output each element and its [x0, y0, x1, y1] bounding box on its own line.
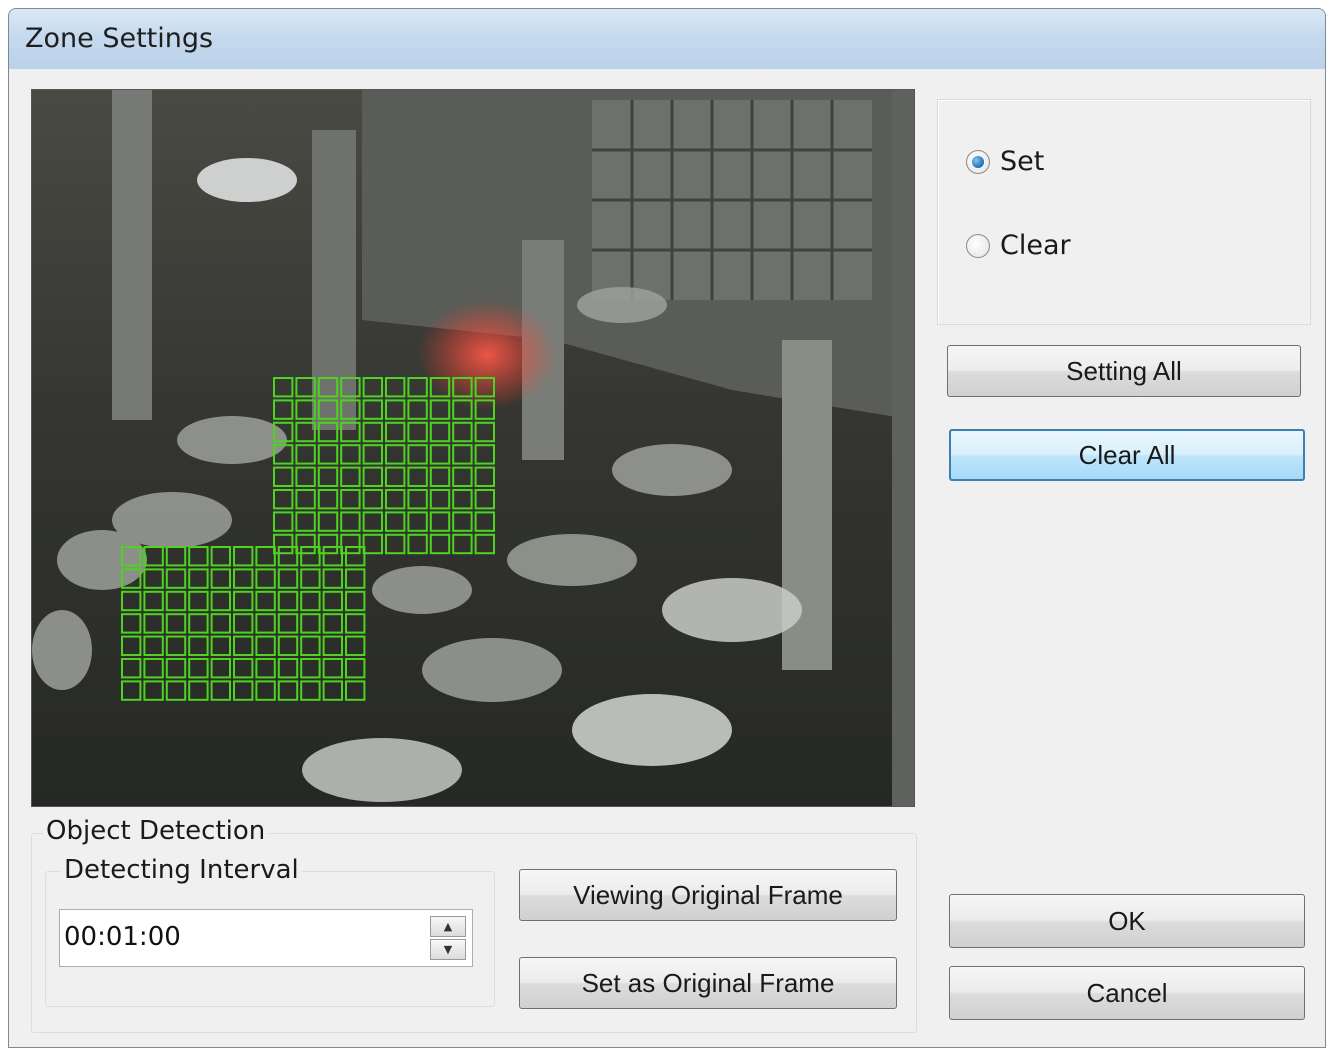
radio-clear-button[interactable]	[966, 233, 990, 258]
radio-set-button[interactable]	[966, 149, 990, 174]
spin-up-icon[interactable]: ▲	[430, 916, 466, 937]
camera-frame-image	[32, 90, 914, 806]
radio-clear-label: Clear	[1000, 230, 1071, 261]
mode-radio-group: Set Clear	[937, 99, 1311, 325]
ok-button[interactable]: OK	[949, 894, 1305, 948]
radio-set[interactable]: Set	[966, 146, 1044, 177]
zone-settings-dialog: Zone Settings Set Clear Setting All Clea…	[8, 8, 1326, 1048]
camera-view[interactable]	[31, 89, 915, 807]
object-detection-label: Object Detection	[43, 816, 269, 846]
clear-all-button[interactable]: Clear All	[949, 429, 1305, 481]
cancel-button[interactable]: Cancel	[949, 966, 1305, 1020]
spin-down-icon[interactable]: ▼	[430, 939, 466, 960]
title-bar: Zone Settings	[9, 9, 1325, 70]
dialog-body: Set Clear Setting All Clear All Object D…	[9, 69, 1325, 1047]
setting-all-button[interactable]: Setting All	[947, 345, 1301, 397]
viewing-original-frame-button[interactable]: Viewing Original Frame	[519, 869, 897, 921]
radio-clear[interactable]: Clear	[966, 230, 1071, 261]
window-title: Zone Settings	[25, 23, 214, 54]
interval-value[interactable]: 00:01:00	[64, 922, 181, 952]
interval-spinbox[interactable]: 00:01:00 ▲ ▼	[59, 909, 473, 967]
detecting-interval-label: Detecting Interval	[61, 855, 302, 885]
spin-buttons: ▲ ▼	[430, 916, 466, 960]
radio-set-label: Set	[1000, 146, 1045, 177]
set-as-original-frame-button[interactable]: Set as Original Frame	[519, 957, 897, 1009]
